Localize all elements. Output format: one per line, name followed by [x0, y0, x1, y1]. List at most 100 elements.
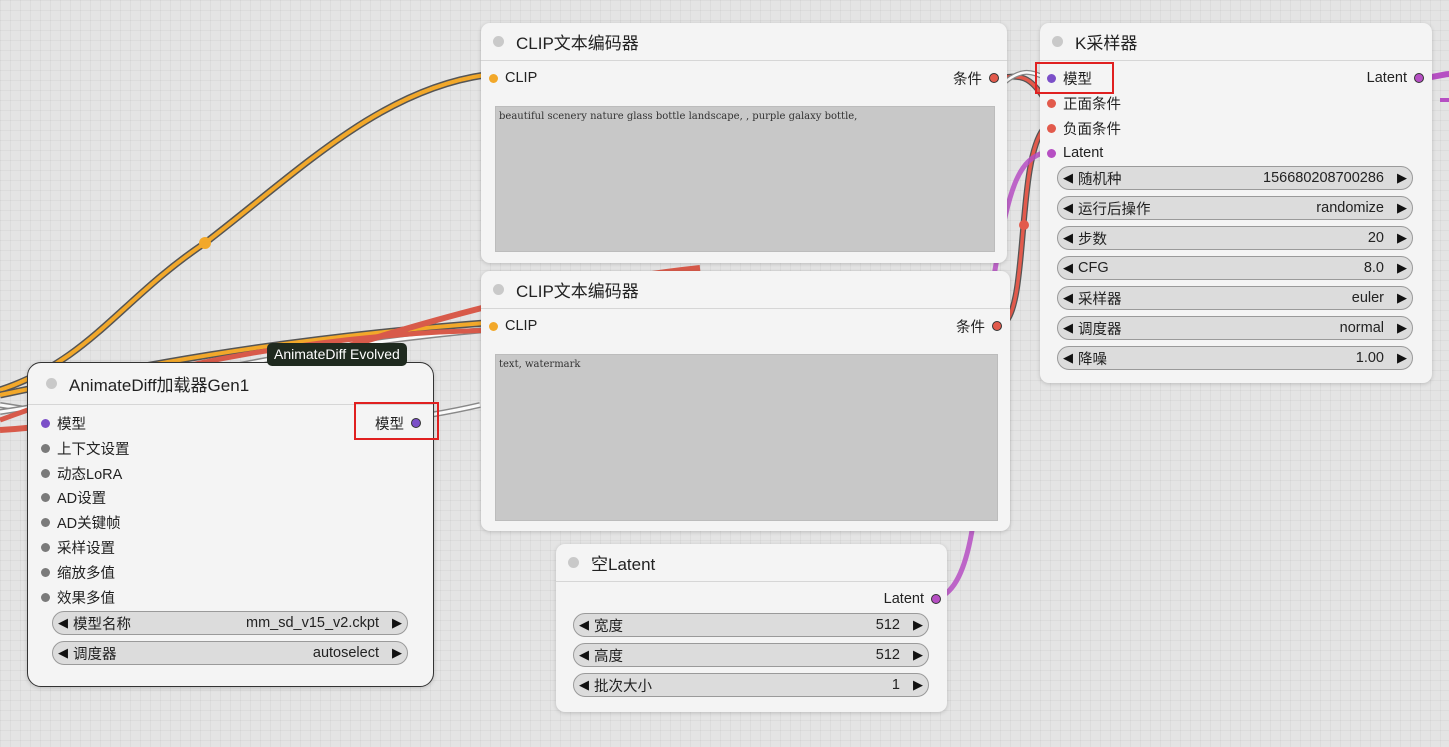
conditioning-slot-dot-icon[interactable] [1047, 98, 1056, 108]
node-title-bar[interactable]: CLIP文本编码器 [481, 271, 1010, 309]
widget-seed[interactable]: ◀ 随机种 156680208700286 ▶ [1057, 166, 1413, 190]
widget-value[interactable]: 1 [652, 677, 908, 693]
widget-label: 随机种 [1078, 171, 1122, 188]
input-slot-latent[interactable]: Latent [1047, 143, 1103, 163]
increment-arrow-icon[interactable]: ▶ [387, 645, 407, 661]
widget-value[interactable]: autoselect [117, 645, 388, 661]
collapse-dot-icon[interactable] [46, 378, 57, 389]
output-slot-conditioning[interactable]: 条件 [956, 316, 1002, 336]
clip-text-encode-node-negative[interactable]: CLIP文本编码器 CLIP 条件 text, watermark [481, 271, 1010, 531]
widget-value[interactable]: 8.0 [1109, 260, 1392, 276]
node-title-bar[interactable]: 空Latent [556, 544, 947, 582]
increment-arrow-icon[interactable]: ▶ [908, 647, 928, 663]
widget-value[interactable]: 512 [623, 647, 908, 663]
widget-value[interactable]: randomize [1151, 200, 1393, 216]
widget-control-after-generate[interactable]: ◀ 运行后操作 randomize ▶ [1057, 196, 1413, 220]
latent-slot-dot-icon[interactable] [1047, 148, 1056, 158]
decrement-arrow-icon[interactable]: ◀ [574, 677, 594, 693]
generic-slot-dot-icon[interactable] [41, 468, 50, 478]
input-slot-clip[interactable]: CLIP [489, 316, 537, 336]
node-title-bar[interactable]: AnimateDiff加载器Gen1 [28, 363, 433, 405]
prompt-textarea[interactable]: text, watermark [495, 354, 998, 521]
conditioning-slot-dot-icon[interactable] [1047, 123, 1056, 133]
prompt-textarea[interactable]: beautiful scenery nature glass bottle la… [495, 106, 995, 252]
decrement-arrow-icon[interactable]: ◀ [53, 615, 73, 631]
widget-steps[interactable]: ◀ 步数 20 ▶ [1057, 226, 1413, 250]
widget-cfg[interactable]: ◀ CFG 8.0 ▶ [1057, 256, 1413, 280]
input-slot-scale-multival[interactable]: 缩放多值 [41, 562, 115, 582]
output-slot-latent[interactable]: Latent [884, 589, 941, 609]
input-slot-clip[interactable]: CLIP [489, 68, 537, 88]
empty-latent-node[interactable]: 空Latent Latent ◀ 宽度 512 ▶ ◀ 高度 512 ▶ ◀ 批… [556, 544, 947, 712]
widget-value[interactable]: euler [1122, 290, 1393, 306]
widget-label: CFG [1078, 260, 1109, 276]
generic-slot-dot-icon[interactable] [41, 443, 50, 453]
decrement-arrow-icon[interactable]: ◀ [574, 647, 594, 663]
increment-arrow-icon[interactable]: ▶ [1392, 290, 1412, 306]
widget-value[interactable]: 1.00 [1107, 350, 1392, 366]
input-slot-ad-settings[interactable]: AD设置 [41, 487, 106, 507]
input-slot-effect-multival[interactable]: 效果多值 [41, 587, 115, 607]
generic-slot-dot-icon[interactable] [41, 567, 50, 577]
generic-slot-dot-icon[interactable] [41, 517, 50, 527]
decrement-arrow-icon[interactable]: ◀ [1058, 230, 1078, 246]
increment-arrow-icon[interactable]: ▶ [908, 617, 928, 633]
decrement-arrow-icon[interactable]: ◀ [1058, 200, 1078, 216]
model-slot-dot-icon[interactable] [41, 418, 50, 428]
clip-text-encode-node-positive[interactable]: CLIP文本编码器 CLIP 条件 beautiful scenery natu… [481, 23, 1007, 263]
widget-value[interactable]: mm_sd_v15_v2.ckpt [131, 615, 387, 631]
input-slot-model[interactable]: 模型 [41, 413, 86, 433]
collapse-dot-icon[interactable] [493, 36, 504, 47]
latent-slot-dot-icon[interactable] [1414, 73, 1424, 83]
input-slot-negative[interactable]: 负面条件 [1047, 118, 1121, 138]
generic-slot-dot-icon[interactable] [41, 492, 50, 502]
input-slot-sample-settings[interactable]: 采样设置 [41, 537, 115, 557]
node-title-bar[interactable]: CLIP文本编码器 [481, 23, 1007, 61]
widget-value[interactable]: 20 [1107, 230, 1392, 246]
input-slot-motion-lora[interactable]: 动态LoRA [41, 463, 122, 483]
increment-arrow-icon[interactable]: ▶ [1392, 350, 1412, 366]
input-label: CLIP [505, 318, 538, 334]
widget-sampler[interactable]: ◀ 采样器 euler ▶ [1057, 286, 1413, 310]
decrement-arrow-icon[interactable]: ◀ [1058, 320, 1078, 336]
decrement-arrow-icon[interactable]: ◀ [1058, 290, 1078, 306]
widget-model-name[interactable]: ◀ 模型名称 mm_sd_v15_v2.ckpt ▶ [52, 611, 408, 635]
widget-value[interactable]: normal [1122, 320, 1393, 336]
decrement-arrow-icon[interactable]: ◀ [53, 645, 73, 661]
input-slot-context-options[interactable]: 上下文设置 [41, 438, 130, 458]
clip-slot-dot-icon[interactable] [489, 321, 498, 331]
conditioning-slot-dot-icon[interactable] [989, 73, 999, 83]
decrement-arrow-icon[interactable]: ◀ [1058, 170, 1078, 186]
increment-arrow-icon[interactable]: ▶ [1392, 170, 1412, 186]
widget-batch-size[interactable]: ◀ 批次大小 1 ▶ [573, 673, 929, 697]
increment-arrow-icon[interactable]: ▶ [1392, 320, 1412, 336]
collapse-dot-icon[interactable] [493, 284, 504, 295]
node-title-bar[interactable]: K采样器 [1040, 23, 1432, 61]
decrement-arrow-icon[interactable]: ◀ [1058, 260, 1078, 276]
output-slot-conditioning[interactable]: 条件 [953, 68, 999, 88]
collapse-dot-icon[interactable] [568, 557, 579, 568]
increment-arrow-icon[interactable]: ▶ [387, 615, 407, 631]
clip-slot-dot-icon[interactable] [489, 73, 498, 83]
increment-arrow-icon[interactable]: ▶ [1392, 200, 1412, 216]
widget-value[interactable]: 156680208700286 [1122, 170, 1393, 186]
increment-arrow-icon[interactable]: ▶ [908, 677, 928, 693]
widget-width[interactable]: ◀ 宽度 512 ▶ [573, 613, 929, 637]
generic-slot-dot-icon[interactable] [41, 592, 50, 602]
widget-value[interactable]: 512 [623, 617, 908, 633]
decrement-arrow-icon[interactable]: ◀ [1058, 350, 1078, 366]
widget-height[interactable]: ◀ 高度 512 ▶ [573, 643, 929, 667]
widget-scheduler[interactable]: ◀ 调度器 normal ▶ [1057, 316, 1413, 340]
conditioning-slot-dot-icon[interactable] [992, 321, 1002, 331]
generic-slot-dot-icon[interactable] [41, 542, 50, 552]
increment-arrow-icon[interactable]: ▶ [1392, 260, 1412, 276]
input-slot-ad-keyframes[interactable]: AD关键帧 [41, 512, 121, 532]
output-slot-latent[interactable]: Latent [1367, 68, 1424, 88]
latent-slot-dot-icon[interactable] [931, 594, 941, 604]
widget-denoise[interactable]: ◀ 降噪 1.00 ▶ [1057, 346, 1413, 370]
decrement-arrow-icon[interactable]: ◀ [574, 617, 594, 633]
input-slot-positive[interactable]: 正面条件 [1047, 93, 1121, 113]
increment-arrow-icon[interactable]: ▶ [1392, 230, 1412, 246]
widget-beta-schedule[interactable]: ◀ 调度器 autoselect ▶ [52, 641, 408, 665]
collapse-dot-icon[interactable] [1052, 36, 1063, 47]
